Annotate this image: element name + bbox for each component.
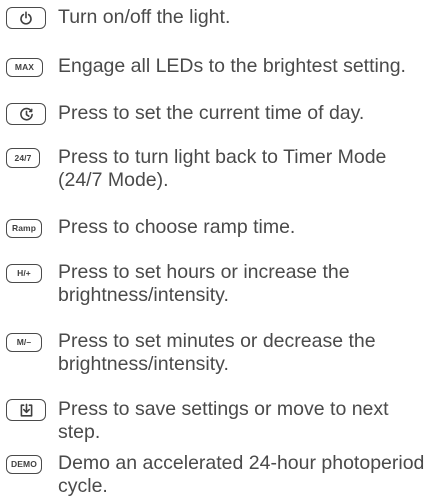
legend-description: Turn on/off the light. [58, 6, 231, 28]
ramp-button-key: Ramp [6, 219, 42, 238]
timer-mode-button-key: 24/7 [6, 148, 40, 168]
key-label: M/– [16, 337, 32, 348]
minutes-minus-button-key: M/– [6, 333, 42, 352]
key-label: Ramp [11, 223, 37, 234]
legend-description: Engage all LEDs to the brightest setting… [58, 55, 406, 77]
demo-button-key: DEMO [6, 455, 42, 474]
legend-description: Press to save settings or move to next s… [58, 398, 389, 443]
legend-description: Press to turn light back to Timer Mode (… [58, 146, 387, 191]
legend-description: Demo an accelerated 24-hour photoperiod … [58, 452, 425, 497]
legend-description: Press to choose ramp time. [58, 216, 296, 238]
legend-description: Press to set hours or increase the brigh… [58, 261, 350, 306]
key-label: H/+ [17, 268, 31, 279]
max-button-key: MAX [6, 58, 43, 77]
power-icon [20, 11, 32, 25]
key-label: MAX [14, 62, 35, 73]
legend-description: Press to set minutes or decrease the bri… [58, 330, 376, 375]
legend-description: Press to set the current time of day. [58, 102, 365, 124]
clock-icon [19, 107, 33, 120]
hours-plus-button-key: H/+ [6, 264, 42, 283]
clock-button-key [6, 103, 46, 125]
key-label: 24/7 [14, 152, 32, 163]
save-button-key [6, 399, 46, 421]
save-icon [20, 403, 32, 417]
key-label: DEMO [11, 459, 37, 470]
power-button-key [6, 7, 46, 29]
